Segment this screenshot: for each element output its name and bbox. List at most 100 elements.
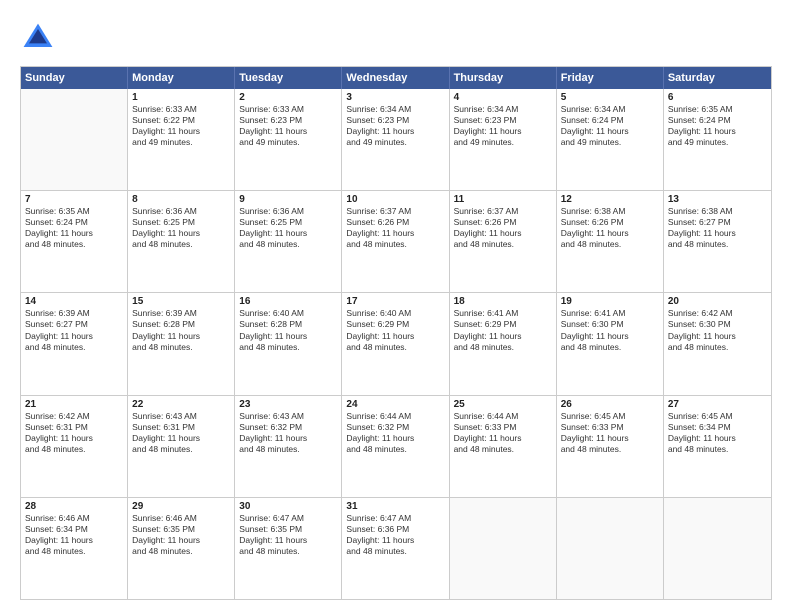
cell-info-line: and 48 minutes. (25, 546, 123, 557)
cell-info-line: Sunrise: 6:38 AM (668, 206, 767, 217)
cell-info-line: Sunrise: 6:46 AM (132, 513, 230, 524)
cell-info-line: Sunrise: 6:44 AM (346, 411, 444, 422)
day-number: 11 (454, 194, 552, 205)
day-cell-8: 8Sunrise: 6:36 AMSunset: 6:25 PMDaylight… (128, 191, 235, 292)
logo-icon (20, 20, 56, 56)
calendar-header: SundayMondayTuesdayWednesdayThursdayFrid… (21, 67, 771, 89)
day-cell-6: 6Sunrise: 6:35 AMSunset: 6:24 PMDaylight… (664, 89, 771, 190)
day-cell-3: 3Sunrise: 6:34 AMSunset: 6:23 PMDaylight… (342, 89, 449, 190)
day-number: 24 (346, 399, 444, 410)
calendar-week-5: 28Sunrise: 6:46 AMSunset: 6:34 PMDayligh… (21, 497, 771, 599)
cell-info-line: and 48 minutes. (25, 342, 123, 353)
day-number: 16 (239, 296, 337, 307)
cell-info-line: Sunset: 6:32 PM (239, 422, 337, 433)
cell-info-line: and 49 minutes. (346, 137, 444, 148)
cell-info-line: Sunset: 6:34 PM (668, 422, 767, 433)
cell-info-line: Sunset: 6:36 PM (346, 524, 444, 535)
cell-info-line: Sunrise: 6:34 AM (561, 104, 659, 115)
day-cell-18: 18Sunrise: 6:41 AMSunset: 6:29 PMDayligh… (450, 293, 557, 394)
header-day-friday: Friday (557, 67, 664, 89)
cell-info-line: Sunrise: 6:41 AM (561, 308, 659, 319)
cell-info-line: Sunset: 6:27 PM (668, 217, 767, 228)
day-number: 26 (561, 399, 659, 410)
cell-info-line: Sunrise: 6:35 AM (668, 104, 767, 115)
cell-info-line: Daylight: 11 hours (132, 228, 230, 239)
calendar-week-2: 7Sunrise: 6:35 AMSunset: 6:24 PMDaylight… (21, 190, 771, 292)
day-cell-15: 15Sunrise: 6:39 AMSunset: 6:28 PMDayligh… (128, 293, 235, 394)
day-number: 1 (132, 92, 230, 103)
cell-info-line: and 48 minutes. (132, 444, 230, 455)
cell-info-line: Daylight: 11 hours (561, 228, 659, 239)
day-cell-29: 29Sunrise: 6:46 AMSunset: 6:35 PMDayligh… (128, 498, 235, 599)
calendar: SundayMondayTuesdayWednesdayThursdayFrid… (20, 66, 772, 600)
cell-info-line: Sunset: 6:25 PM (132, 217, 230, 228)
cell-info-line: Sunset: 6:35 PM (132, 524, 230, 535)
header-day-thursday: Thursday (450, 67, 557, 89)
cell-info-line: Sunset: 6:35 PM (239, 524, 337, 535)
day-number: 3 (346, 92, 444, 103)
calendar-body: 1Sunrise: 6:33 AMSunset: 6:22 PMDaylight… (21, 89, 771, 599)
day-cell-17: 17Sunrise: 6:40 AMSunset: 6:29 PMDayligh… (342, 293, 449, 394)
cell-info-line: Sunset: 6:24 PM (561, 115, 659, 126)
day-cell-7: 7Sunrise: 6:35 AMSunset: 6:24 PMDaylight… (21, 191, 128, 292)
day-cell-25: 25Sunrise: 6:44 AMSunset: 6:33 PMDayligh… (450, 396, 557, 497)
day-cell-11: 11Sunrise: 6:37 AMSunset: 6:26 PMDayligh… (450, 191, 557, 292)
cell-info-line: Sunrise: 6:45 AM (561, 411, 659, 422)
cell-info-line: Sunset: 6:26 PM (454, 217, 552, 228)
empty-cell (664, 498, 771, 599)
cell-info-line: and 48 minutes. (668, 239, 767, 250)
cell-info-line: Sunrise: 6:36 AM (239, 206, 337, 217)
cell-info-line: and 49 minutes. (239, 137, 337, 148)
cell-info-line: Sunset: 6:30 PM (668, 319, 767, 330)
day-cell-23: 23Sunrise: 6:43 AMSunset: 6:32 PMDayligh… (235, 396, 342, 497)
day-number: 28 (25, 501, 123, 512)
cell-info-line: and 48 minutes. (346, 444, 444, 455)
day-number: 14 (25, 296, 123, 307)
cell-info-line: Sunset: 6:25 PM (239, 217, 337, 228)
header-day-tuesday: Tuesday (235, 67, 342, 89)
day-number: 18 (454, 296, 552, 307)
cell-info-line: and 48 minutes. (132, 239, 230, 250)
cell-info-line: Sunrise: 6:40 AM (239, 308, 337, 319)
day-number: 9 (239, 194, 337, 205)
cell-info-line: Daylight: 11 hours (239, 126, 337, 137)
calendar-week-3: 14Sunrise: 6:39 AMSunset: 6:27 PMDayligh… (21, 292, 771, 394)
cell-info-line: Daylight: 11 hours (668, 331, 767, 342)
day-cell-5: 5Sunrise: 6:34 AMSunset: 6:24 PMDaylight… (557, 89, 664, 190)
cell-info-line: Sunrise: 6:46 AM (25, 513, 123, 524)
day-number: 22 (132, 399, 230, 410)
cell-info-line: Daylight: 11 hours (668, 228, 767, 239)
cell-info-line: Daylight: 11 hours (132, 535, 230, 546)
cell-info-line: and 48 minutes. (132, 546, 230, 557)
cell-info-line: Daylight: 11 hours (132, 331, 230, 342)
cell-info-line: Daylight: 11 hours (346, 126, 444, 137)
cell-info-line: and 48 minutes. (561, 342, 659, 353)
cell-info-line: Sunset: 6:31 PM (132, 422, 230, 433)
cell-info-line: Sunset: 6:23 PM (346, 115, 444, 126)
day-number: 23 (239, 399, 337, 410)
cell-info-line: Daylight: 11 hours (454, 228, 552, 239)
cell-info-line: Daylight: 11 hours (25, 535, 123, 546)
cell-info-line: and 48 minutes. (239, 444, 337, 455)
cell-info-line: and 49 minutes. (454, 137, 552, 148)
day-number: 5 (561, 92, 659, 103)
cell-info-line: Sunrise: 6:42 AM (25, 411, 123, 422)
day-number: 27 (668, 399, 767, 410)
cell-info-line: Sunset: 6:29 PM (454, 319, 552, 330)
day-cell-26: 26Sunrise: 6:45 AMSunset: 6:33 PMDayligh… (557, 396, 664, 497)
cell-info-line: Daylight: 11 hours (239, 331, 337, 342)
cell-info-line: Sunrise: 6:41 AM (454, 308, 552, 319)
cell-info-line: Daylight: 11 hours (668, 433, 767, 444)
day-cell-1: 1Sunrise: 6:33 AMSunset: 6:22 PMDaylight… (128, 89, 235, 190)
cell-info-line: Daylight: 11 hours (561, 433, 659, 444)
cell-info-line: Sunrise: 6:37 AM (346, 206, 444, 217)
cell-info-line: and 48 minutes. (239, 342, 337, 353)
cell-info-line: and 48 minutes. (561, 444, 659, 455)
cell-info-line: Sunset: 6:34 PM (25, 524, 123, 535)
cell-info-line: Daylight: 11 hours (132, 126, 230, 137)
cell-info-line: and 48 minutes. (454, 342, 552, 353)
cell-info-line: Sunrise: 6:47 AM (346, 513, 444, 524)
cell-info-line: Sunrise: 6:35 AM (25, 206, 123, 217)
cell-info-line: Sunset: 6:22 PM (132, 115, 230, 126)
cell-info-line: and 48 minutes. (454, 444, 552, 455)
